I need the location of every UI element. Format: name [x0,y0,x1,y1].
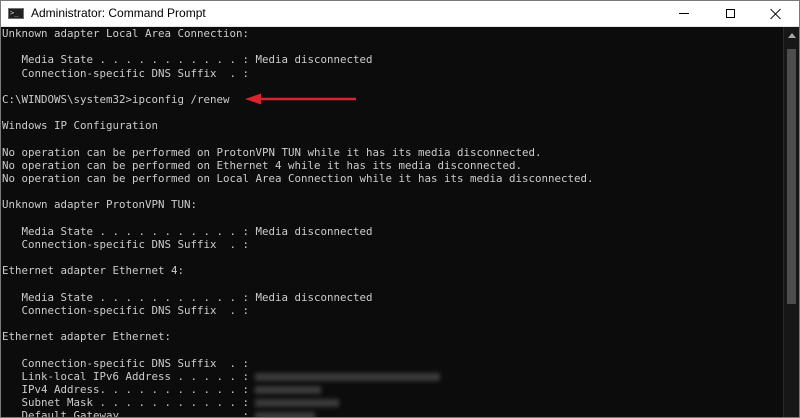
gateway-row: Default Gateway . . . . . . . . . : [1,409,783,418]
scroll-up-icon[interactable] [788,33,796,38]
close-icon [770,8,782,20]
title-bar[interactable]: >_ Administrator: Command Prompt [1,1,799,27]
cmd-icon-prompt: >_ [10,9,19,17]
console-line: Media State . . . . . . . . . . . : Medi… [2,290,373,304]
gateway-label: Default Gateway . . . . . . . . . : [2,409,250,418]
vertical-scrollbar[interactable] [783,27,799,417]
console-line: Ethernet adapter Ethernet 4: [2,264,185,278]
ipv6-row: Link-local IPv6 Address . . . . . : [1,370,783,383]
arrow-head-icon [245,93,261,105]
ipv4-label: IPv4 Address. . . . . . . . . . . : [2,383,250,397]
maximize-button[interactable] [707,1,753,26]
console-line: No operation can be performed on Local A… [2,172,594,186]
subnet-label: Subnet Mask . . . . . . . . . . . : [2,396,250,410]
console-line: Connection-specific DNS Suffix . : [2,238,250,251]
minimize-button[interactable] [661,1,707,26]
console-line: Media State . . . . . . . . . . . : Medi… [2,224,373,238]
console-output[interactable]: Unknown adapter Local Area Connection: M… [1,27,783,418]
console-line: Connection-specific DNS Suffix . : [2,356,250,370]
console-line: No operation can be performed on ProtonV… [2,145,542,159]
ipv6-label: Link-local IPv6 Address . . . . . : [2,369,250,383]
console-line: Connection-specific DNS Suffix . : [2,303,250,317]
redacted-ipv4-value [255,386,322,395]
window-title: Administrator: Command Prompt [31,6,206,20]
console-line: Windows IP Configuration [2,119,159,133]
redacted-gateway-value [255,412,316,417]
command-line: C:\WINDOWS\system32>ipconfig /renew [2,92,230,106]
console-line: Media State . . . . . . . . . . . : Medi… [2,53,373,67]
redacted-ipv6-value [255,372,441,381]
close-button[interactable] [753,1,799,26]
redacted-subnet-value [255,399,340,408]
maximize-icon [725,9,735,18]
console-line: Unknown adapter ProtonVPN TUN: [2,198,198,212]
red-arrow-annotation [245,93,356,105]
console-line: No operation can be performed on Etherne… [2,158,523,172]
subnet-row: Subnet Mask . . . . . . . . . . . : [1,396,783,409]
ipv4-row: IPv4 Address. . . . . . . . . . . : [1,383,783,396]
console-line: Connection-specific DNS Suffix . : [2,66,250,80]
cmd-icon[interactable]: >_ [8,8,24,19]
minimize-icon [679,13,689,14]
console-line: Ethernet adapter Ethernet: [2,330,172,344]
console-line: Unknown adapter Local Area Connection: [2,27,250,40]
scroll-thumb[interactable] [787,49,796,304]
command-prompt-window: >_ Administrator: Command Prompt Unknown… [0,0,800,418]
